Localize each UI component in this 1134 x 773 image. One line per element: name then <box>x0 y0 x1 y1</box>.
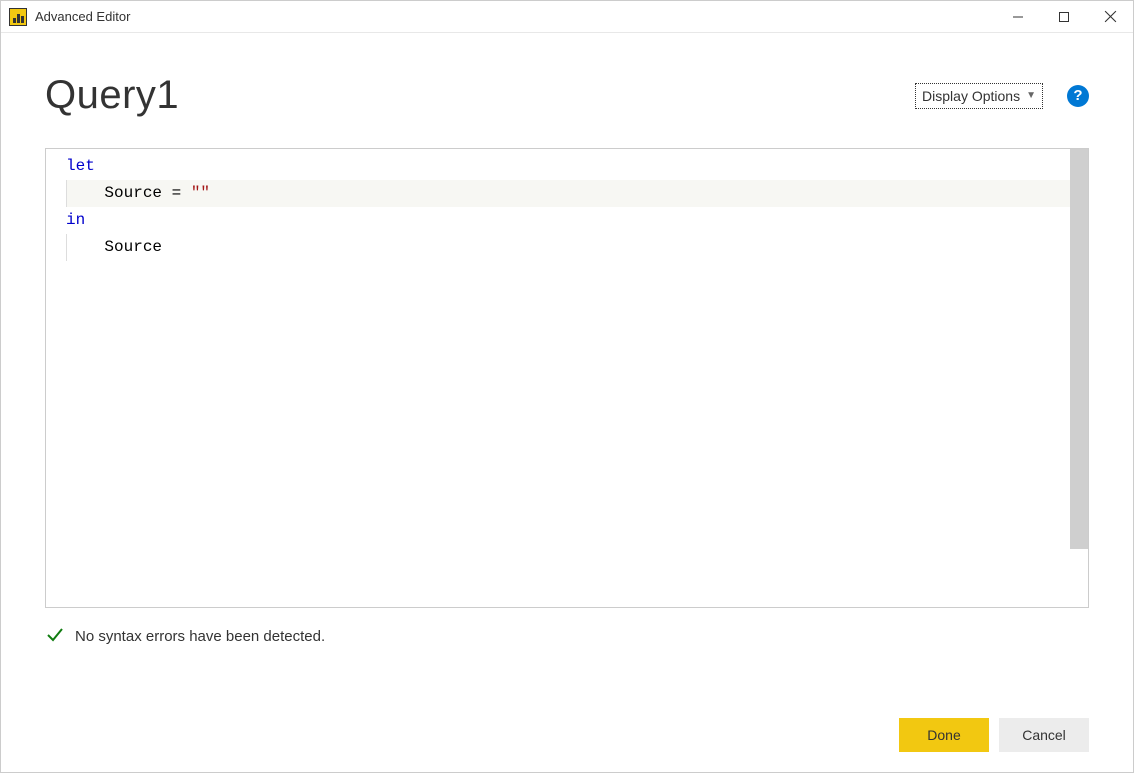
vertical-scrollbar[interactable] <box>1070 149 1088 549</box>
chevron-down-icon: ▼ <box>1026 90 1036 101</box>
cancel-button[interactable]: Cancel <box>999 718 1089 752</box>
display-options-label: Display Options <box>922 88 1020 104</box>
checkmark-icon <box>45 624 65 648</box>
code-line[interactable]: Source = "" <box>66 180 1080 207</box>
page-title: Query1 <box>45 73 179 118</box>
app-icon <box>9 8 27 26</box>
header-row: Query1 Display Options ▼ ? <box>45 73 1089 118</box>
window-title: Advanced Editor <box>35 9 995 24</box>
code-line[interactable]: Source <box>66 234 1080 261</box>
content-area: Query1 Display Options ▼ ? let Source = … <box>1 33 1133 772</box>
close-button[interactable] <box>1087 1 1133 32</box>
code-editor[interactable]: let Source = ""in Source <box>45 148 1089 608</box>
display-options-dropdown[interactable]: Display Options ▼ <box>915 83 1043 109</box>
footer: Done Cancel <box>45 692 1089 752</box>
maximize-button[interactable] <box>1041 1 1087 32</box>
help-icon[interactable]: ? <box>1067 85 1089 107</box>
code-line[interactable]: in <box>66 207 1080 234</box>
window-controls <box>995 1 1133 32</box>
status-message: No syntax errors have been detected. <box>75 628 325 645</box>
done-button[interactable]: Done <box>899 718 989 752</box>
header-right: Display Options ▼ ? <box>915 83 1089 109</box>
minimize-button[interactable] <box>995 1 1041 32</box>
status-row: No syntax errors have been detected. <box>45 624 1089 648</box>
titlebar: Advanced Editor <box>1 1 1133 33</box>
code-line[interactable]: let <box>66 153 1080 180</box>
